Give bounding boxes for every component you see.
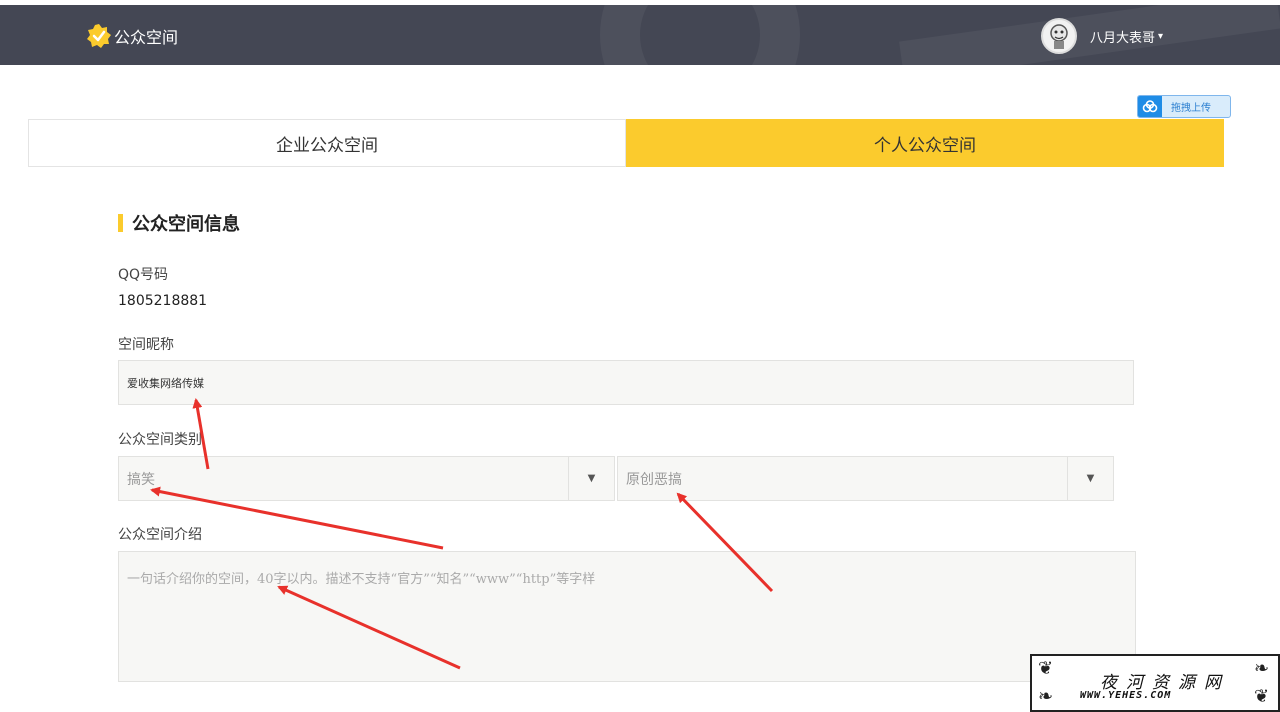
space-type-tabs: 企业公众空间 个人公众空间 xyxy=(28,119,1224,167)
chevron-down-icon[interactable]: ▾ xyxy=(1158,31,1163,42)
nickname-value: 爱收集网络传媒 xyxy=(127,377,204,390)
badge-check-icon xyxy=(87,24,111,48)
watermark-url: WWW.YEHES.COM xyxy=(1080,690,1172,701)
intro-placeholder: 一句话介绍你的空间，40字以内。描述不支持“官方”“知名”“www”“http”… xyxy=(127,572,596,587)
drag-upload-label: 拖拽上传 xyxy=(1171,103,1211,114)
watermark-logo: ❦ ❧ ❧ ❦ 夜河资源网 WWW.YEHES.COM xyxy=(1030,654,1280,712)
flourish-icon: ❧ xyxy=(1254,658,1270,679)
intro-label: 公众空间介绍 xyxy=(118,527,202,543)
intro-textarea[interactable]: 一句话介绍你的空间，40字以内。描述不支持“官方”“知名”“www”“http”… xyxy=(118,551,1136,682)
category-secondary-value: 原创恶搞 xyxy=(626,471,682,488)
logo-text: 公众空间 xyxy=(114,28,179,47)
section-title-bar xyxy=(118,214,123,232)
qq-value: 1805218881 xyxy=(118,293,208,309)
tab-enterprise[interactable]: 企业公众空间 xyxy=(28,119,626,167)
tab-personal[interactable]: 个人公众空间 xyxy=(626,119,1224,167)
avatar-face-icon xyxy=(1050,24,1068,49)
nickname-label: 空间昵称 xyxy=(118,337,174,353)
flourish-icon: ❧ xyxy=(1038,686,1054,707)
category-secondary-select[interactable]: 原创恶搞 ▼ xyxy=(617,456,1114,501)
dropdown-triangle-icon[interactable]: ▼ xyxy=(568,457,614,500)
flourish-icon: ❦ xyxy=(1254,686,1270,707)
category-primary-select[interactable]: 搞笑 ▼ xyxy=(118,456,615,501)
category-primary-value: 搞笑 xyxy=(127,471,155,488)
category-label: 公众空间类别 xyxy=(118,432,202,448)
drag-upload-button[interactable]: 拖拽上传 xyxy=(1137,95,1231,118)
section-title-text: 公众空间信息 xyxy=(132,214,240,235)
user-menu[interactable]: 八月大表哥 ▾ xyxy=(1041,18,1163,54)
cloud-icon xyxy=(1138,96,1162,117)
flourish-icon: ❦ xyxy=(1038,658,1054,679)
top-navbar: 公众空间 八月大表哥 ▾ xyxy=(0,5,1280,65)
header-decoration xyxy=(600,5,800,65)
avatar[interactable] xyxy=(1041,18,1077,54)
section-title: 公众空间信息 xyxy=(118,210,240,236)
logo[interactable]: 公众空间 xyxy=(86,23,178,49)
nickname-field[interactable]: 爱收集网络传媒 xyxy=(118,360,1134,405)
username[interactable]: 八月大表哥 xyxy=(1090,27,1155,46)
dropdown-triangle-icon[interactable]: ▼ xyxy=(1067,457,1113,500)
qq-label: QQ号码 xyxy=(118,267,169,283)
